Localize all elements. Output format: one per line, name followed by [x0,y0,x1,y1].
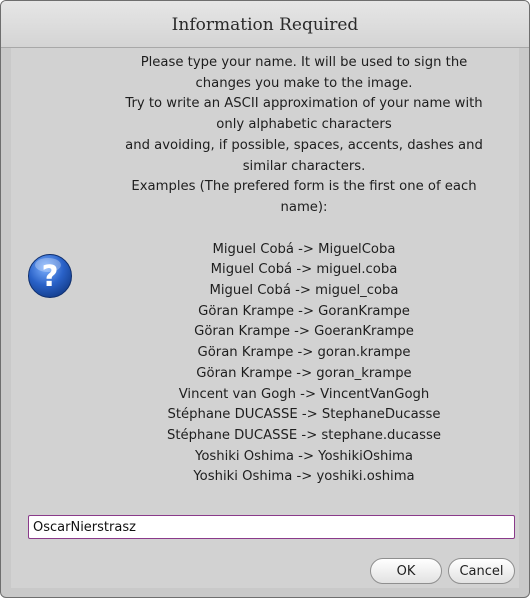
question-mark-icon: ? [28,254,72,298]
message-line: changes you make to the image. [195,75,413,91]
example-line: Vincent van Gogh -> VincentVanGogh [178,386,430,402]
dialog-titlebar[interactable]: Information Required [1,1,529,48]
message-line: similar characters. [242,158,366,174]
message-line: name): [280,199,328,215]
dialog-title: Information Required [171,15,359,35]
information-dialog: Information Required ? Please type your … [0,0,530,598]
message-line: Examples (The prefered form is the first… [131,179,477,195]
message-spacer [91,219,517,240]
cancel-button[interactable]: Cancel [448,558,515,584]
name-input[interactable] [28,515,515,539]
message-line: only alphabetic characters [216,117,392,133]
example-line: Miguel Cobá -> MiguelCoba [212,241,396,257]
ok-button[interactable]: OK [370,558,442,584]
example-line: Stéphane DUCASSE -> StephaneDucasse [167,407,441,423]
message-text: Please type your name. It will be used t… [91,53,517,488]
svg-text:?: ? [42,259,59,293]
example-line: Göran Krampe -> GoeranKrampe [194,324,414,340]
example-line: Göran Krampe -> GoranKrampe [198,303,410,319]
example-line: Göran Krampe -> goran_krampe [196,365,412,381]
message-line: and avoiding, if possible, spaces, accen… [125,137,483,153]
example-line: Göran Krampe -> goran.krampe [197,345,411,361]
example-line: Miguel Cobá -> miguel_coba [209,283,399,299]
example-line: Miguel Cobá -> miguel.coba [210,262,398,278]
example-line: Yoshiki Oshima -> yoshiki.oshima [193,469,415,485]
example-line: Yoshiki Oshima -> YoshikiOshima [195,448,413,464]
message-line: Please type your name. It will be used t… [140,55,468,70]
message-line: Try to write an ASCII approximation of y… [125,96,483,112]
example-line: Stéphane DUCASSE -> stephane.ducasse [167,427,441,443]
